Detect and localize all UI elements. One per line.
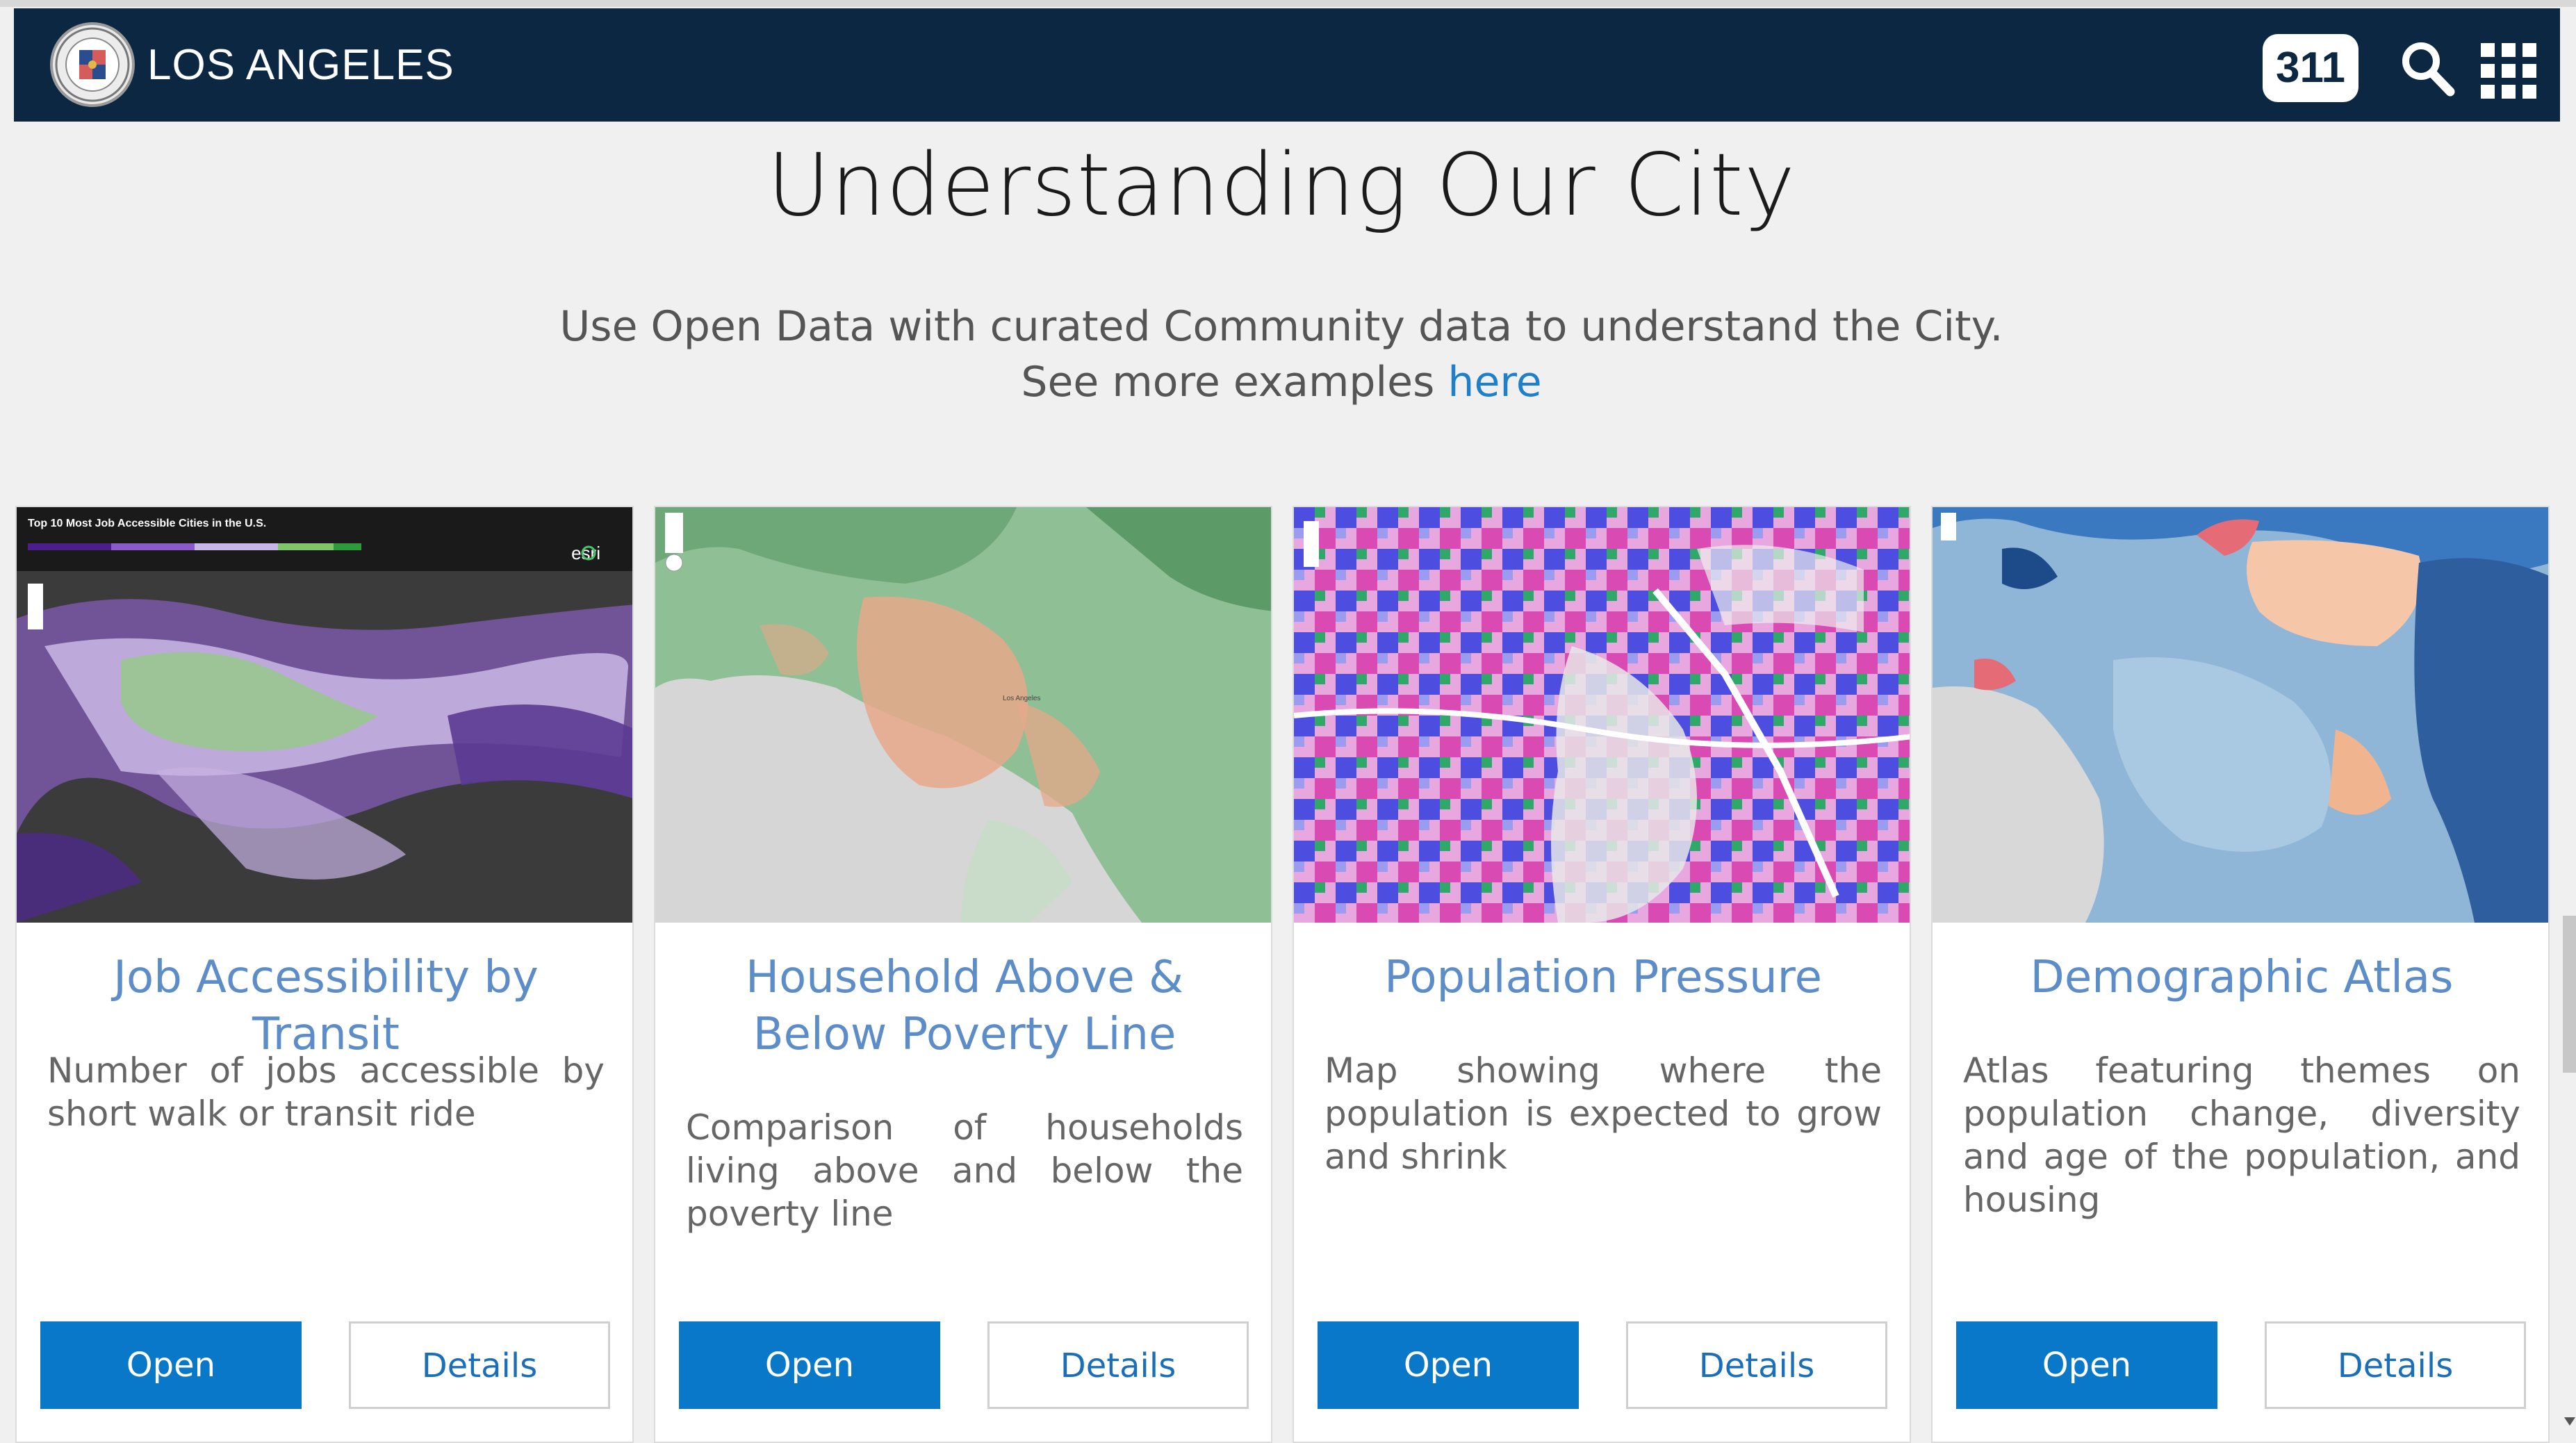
see-more-link[interactable]: here <box>1447 358 1541 406</box>
card-demographic-atlas: Demographic Atlas Atlas featuring themes… <box>1931 506 2550 1443</box>
details-button[interactable]: Details <box>1626 1321 1887 1409</box>
card-poverty-line: Los Angeles Household Above & Below Pove… <box>654 506 1272 1443</box>
demographic-map-thumbnail[interactable] <box>1933 507 2550 923</box>
page-top-border <box>0 0 2576 7</box>
poverty-map-thumbnail[interactable]: Los Angeles <box>655 507 1272 923</box>
esri-logo: esri <box>571 543 600 563</box>
job-accessibility-map-thumbnail[interactable]: Top 10 Most Job Accessible Cities in the… <box>17 507 634 923</box>
card-description: Comparison of households living above an… <box>686 1107 1243 1234</box>
map-thumbnail-title: Top 10 Most Job Accessible Cities in the… <box>28 518 266 529</box>
card-title[interactable]: Job Accessibility by Transit <box>44 949 607 1063</box>
apps-grid-icon[interactable] <box>2477 39 2541 103</box>
details-button[interactable]: Details <box>2265 1321 2526 1409</box>
city-seal-icon[interactable] <box>50 22 135 107</box>
open-button[interactable]: Open <box>40 1321 302 1409</box>
site-brand[interactable]: LOS ANGELES <box>147 38 454 93</box>
open-button[interactable]: Open <box>1956 1321 2217 1409</box>
page-title: Understanding Our City <box>766 135 1796 236</box>
card-description: Map showing where the population is expe… <box>1324 1050 1882 1177</box>
card-job-accessibility: Top 10 Most Job Accessible Cities in the… <box>15 506 634 1443</box>
311-button[interactable]: 311 <box>2263 34 2358 102</box>
page-scrollbar[interactable] <box>2563 916 2576 1073</box>
open-button[interactable]: Open <box>1318 1321 1579 1409</box>
details-button[interactable]: Details <box>349 1321 610 1409</box>
population-map-thumbnail[interactable] <box>1294 507 1911 923</box>
card-description: Number of jobs accessible by short walk … <box>47 1050 605 1134</box>
intro-body: Use Open Data with curated Community dat… <box>559 302 2003 406</box>
scroll-down-icon[interactable] <box>2564 1417 2575 1426</box>
search-icon[interactable] <box>2393 35 2463 104</box>
card-description: Atlas featuring themes on population cha… <box>1963 1050 2520 1220</box>
details-button[interactable]: Details <box>987 1321 1249 1409</box>
card-title[interactable]: Household Above & Below Poverty Line <box>683 949 1246 1063</box>
top-navbar: LOS ANGELES 311 <box>14 8 2560 122</box>
open-button[interactable]: Open <box>679 1321 940 1409</box>
intro-text: Use Open Data with curated Community dat… <box>528 299 2035 410</box>
card-title[interactable]: Demographic Atlas <box>1960 949 2523 1006</box>
card-population-pressure: Population Pressure Map showing where th… <box>1293 506 1911 1443</box>
map-place-label: Los Angeles <box>1003 695 1041 702</box>
card-title[interactable]: Population Pressure <box>1322 949 1885 1006</box>
